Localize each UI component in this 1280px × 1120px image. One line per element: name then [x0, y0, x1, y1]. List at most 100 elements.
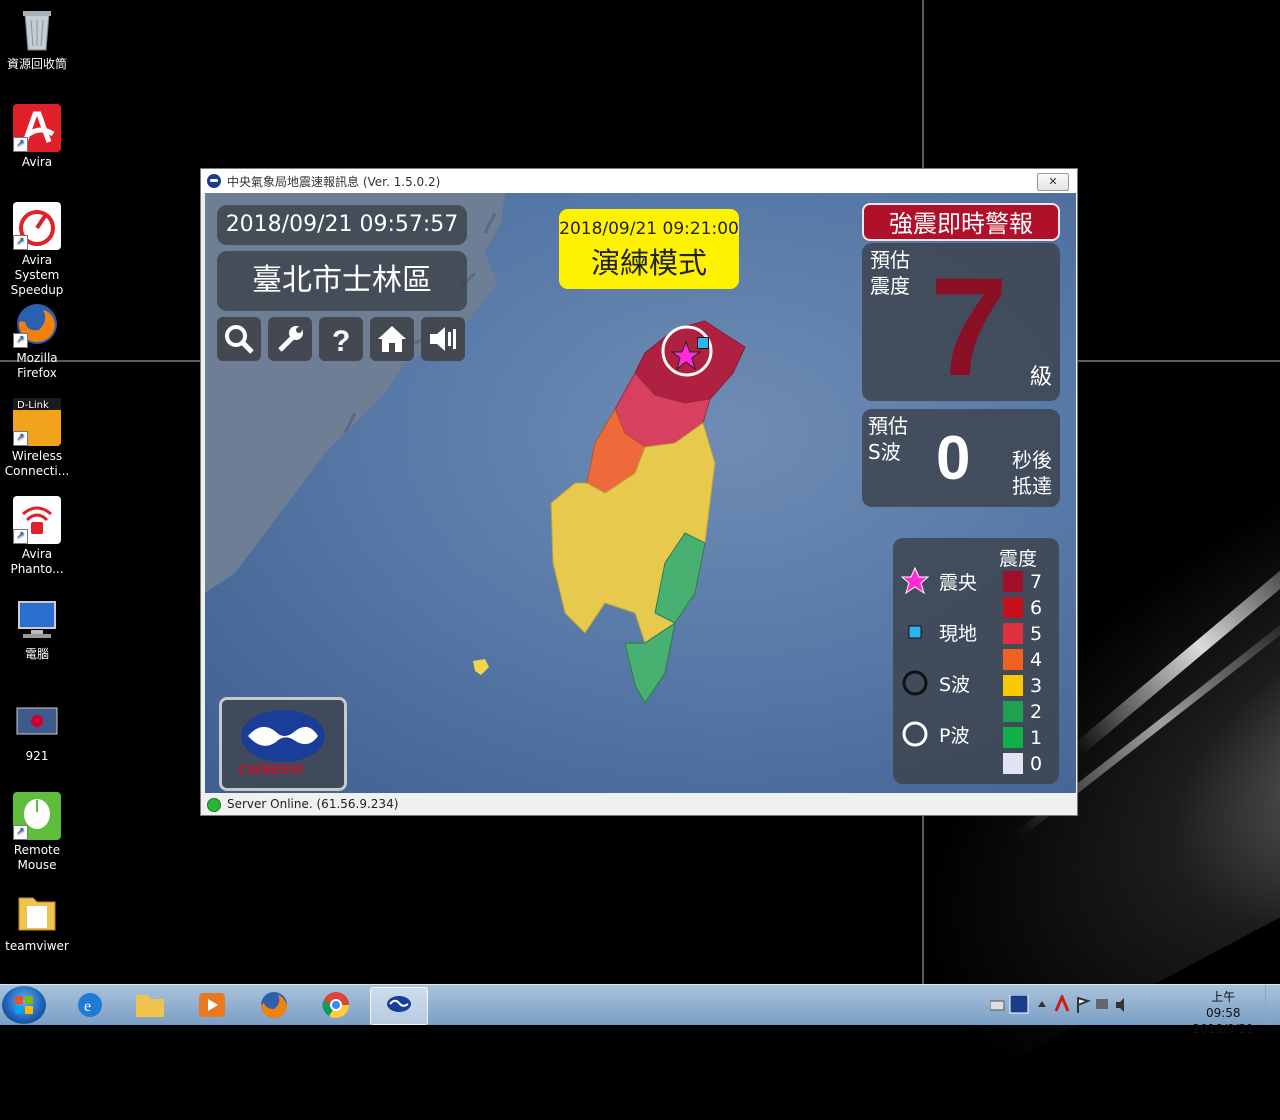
remote-mouse-icon: ↗ [13, 792, 61, 840]
desktop-icon-label: 921 [25, 749, 49, 763]
current-time: 2018/09/21 09:57:57 [217, 205, 467, 245]
shortcut-arrow-icon: ↗ [13, 431, 28, 446]
help-button[interactable]: ? [319, 317, 363, 361]
intensity-scale-2: 2 [1003, 700, 1042, 723]
eew-window: 中央氣象局地震速報訊息 (Ver. 1.5.0.2) ✕ 2018/09/21 … [200, 168, 1078, 816]
legend-label: 現地 [939, 622, 978, 645]
show-desktop-button[interactable] [1265, 985, 1280, 1025]
taskbar-explorer[interactable] [122, 987, 178, 1023]
desktop-icon-avira-phantom[interactable]: ↗ Avira Phanto... [0, 496, 74, 577]
legend-label: 震央 [939, 571, 978, 594]
windows-logo-icon [15, 996, 33, 1014]
legend-s-wave: S波 [901, 670, 970, 696]
intensity-scale-label: 2 [1030, 700, 1043, 723]
legend-title: 震度 [999, 548, 1038, 570]
s-wave-unit-line1: 秒後 [1012, 448, 1052, 472]
svg-text:?: ? [332, 325, 350, 355]
wrench-icon [278, 326, 303, 352]
intensity-swatch [1003, 571, 1023, 592]
desktop-icon-wireless[interactable]: D-Link ↗ Wireless Connecti... [0, 398, 74, 479]
desktop-icon-label: Avira Phanto... [10, 547, 64, 576]
image-file-icon [13, 698, 61, 746]
window-titlebar[interactable]: 中央氣象局地震速報訊息 (Ver. 1.5.0.2) ✕ [201, 169, 1077, 193]
penghu-islands [473, 659, 489, 675]
sound-button[interactable] [421, 317, 465, 361]
taskbar-chrome[interactable] [308, 987, 364, 1023]
intensity-swatch [1003, 753, 1023, 774]
home-icon [378, 326, 406, 352]
taskbar-firefox[interactable] [246, 987, 302, 1023]
explorer-icon [136, 995, 164, 1017]
taskbar: e 上午 09:58 2018/9/21 [0, 984, 1280, 1036]
dlink-icon: D-Link ↗ [13, 398, 61, 446]
shortcut-arrow-icon: ↗ [13, 333, 28, 348]
s-wave-label: 預估 S波 [868, 413, 908, 465]
drill-mode-badge: 2018/09/21 09:21:00 演練模式 [559, 209, 739, 289]
taskbar-cwb-eew[interactable] [370, 987, 428, 1025]
legend-panel: 震度 震央 現地 S波 P波 7 6 5 4 3 2 1 0 [893, 538, 1059, 784]
desktop-icon-teamviewer[interactable]: teamviwer [0, 888, 74, 954]
taskbar-ie[interactable]: e [62, 987, 118, 1023]
svg-text:e: e [84, 998, 91, 1015]
alert-title: 強震即時警報 [862, 203, 1060, 241]
server-status-icon [207, 797, 221, 812]
media-player-icon [199, 993, 225, 1017]
intensity-scale-7: 7 [1003, 570, 1042, 593]
desktop-icon-label: Mozilla Firefox [16, 351, 58, 380]
legend-label: S波 [939, 673, 971, 696]
legend-local-site: 現地 [901, 619, 977, 645]
drill-time: 2018/09/21 09:21:00 [559, 219, 739, 239]
firefox-icon: ↗ [13, 300, 61, 348]
s-wave-seconds: 0 [936, 424, 971, 493]
desktop-icon-label: teamviwer [5, 939, 69, 953]
desktop-icon-921[interactable]: 921 [0, 698, 74, 764]
ie-icon: e [78, 993, 102, 1017]
s-wave-label-line2: S波 [868, 440, 901, 464]
recycle-bin-icon [13, 6, 61, 54]
tray-date: 2018/9/21 [1192, 1022, 1254, 1036]
computer-icon [13, 596, 61, 644]
intensity-scale-label: 6 [1030, 596, 1043, 619]
drill-mode-label: 演練模式 [590, 246, 707, 280]
svg-text:D-Link: D-Link [17, 400, 49, 411]
intensity-label-line2: 震度 [870, 274, 910, 298]
search-icon [225, 325, 254, 354]
p-wave-ring-icon [902, 721, 928, 747]
close-button[interactable]: ✕ [1037, 173, 1069, 191]
search-button[interactable] [217, 317, 261, 361]
intensity-scale-label: 7 [1030, 570, 1043, 593]
legend-epicenter: 震央 [901, 567, 978, 595]
home-button[interactable] [370, 317, 414, 361]
intensity-label: 預估 震度 [870, 247, 910, 299]
intensity-scale-0: 0 [1003, 752, 1042, 775]
intensity-scale-3: 3 [1003, 674, 1042, 697]
desktop-icon-avira[interactable]: ↗ Avira [0, 104, 74, 170]
intensity-swatch [1003, 727, 1023, 748]
cwb-app-icon [207, 174, 221, 188]
desktop-icon-computer[interactable]: 電腦 [0, 596, 74, 662]
desktop-icon-avira-speedup[interactable]: ↗ Avira System Speedup [0, 202, 74, 298]
intensity-value: 7 [930, 248, 1008, 405]
shortcut-arrow-icon: ↗ [13, 137, 28, 152]
desktop-icon-remote-mouse[interactable]: ↗ Remote Mouse [0, 792, 74, 873]
chrome-icon [322, 992, 350, 1019]
cwb-logo: CWBEEW [219, 697, 347, 791]
folder-icon [13, 888, 61, 936]
settings-button[interactable] [268, 317, 312, 361]
intensity-swatch [1003, 597, 1023, 618]
logo-text: CWBEEW [238, 761, 305, 777]
intensity-swatch [1003, 701, 1023, 722]
legend-p-wave: P波 [901, 721, 969, 747]
start-button[interactable] [2, 986, 46, 1024]
desktop-icon-label: Wireless Connecti... [4, 449, 70, 478]
desktop-icon-firefox[interactable]: ↗ Mozilla Firefox [0, 300, 74, 381]
intensity-panel: 預估 震度 7 級 [862, 243, 1060, 401]
intensity-scale-label: 0 [1030, 752, 1043, 775]
legend-label: P波 [939, 724, 970, 747]
s-wave-label-line1: 預估 [868, 414, 908, 438]
taskbar-media-player[interactable] [184, 987, 240, 1023]
intensity-scale-label: 5 [1030, 622, 1043, 645]
desktop-icon-recycle-bin[interactable]: 資源回收筒 [0, 6, 74, 72]
server-status-text: Server Online. (61.56.9.234) [227, 797, 399, 811]
tray-clock[interactable]: 上午 09:58 2018/9/21 [1192, 989, 1254, 1037]
